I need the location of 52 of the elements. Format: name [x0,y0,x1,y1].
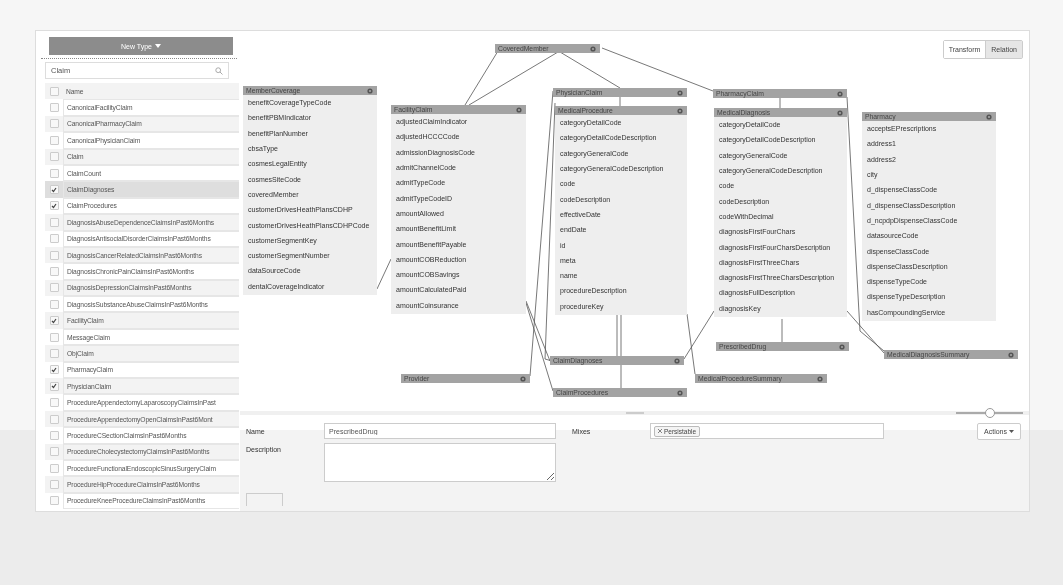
splitter-handle[interactable] [625,412,644,414]
gear-icon[interactable] [677,107,683,114]
checkbox[interactable] [49,201,59,211]
checkbox[interactable] [49,332,59,342]
button[interactable] [246,493,283,506]
checkbox[interactable] [49,267,59,276]
connector-line [616,313,618,357]
checkbox[interactable] [49,119,59,129]
checkbox[interactable] [49,135,59,145]
connector-line [779,97,781,109]
gear-icon[interactable] [1008,351,1014,358]
connector-line [376,258,392,290]
gear-icon[interactable] [516,106,522,113]
checkbox[interactable] [49,398,59,408]
caret-icon [1009,430,1014,433]
checkbox[interactable] [49,152,59,162]
checkbox[interactable] [49,365,59,375]
connector-line [781,318,783,343]
checkbox[interactable] [49,86,59,96]
checkbox[interactable] [49,283,59,293]
checkbox[interactable] [49,381,59,391]
gear-icon[interactable] [677,89,683,96]
checkbox[interactable] [49,447,59,457]
search-icon [215,66,223,75]
checkbox[interactable] [49,348,59,358]
checkbox[interactable] [49,168,59,178]
checkbox[interactable] [49,250,59,260]
checkbox[interactable] [49,217,59,227]
checkbox[interactable] [49,430,59,440]
gear-icon[interactable] [367,87,373,94]
caret-icon [155,44,161,48]
gear-icon[interactable] [986,113,992,120]
checkbox[interactable] [49,185,59,195]
checkbox[interactable] [49,316,59,326]
gear-icon[interactable] [817,375,823,382]
connector-line [619,96,621,107]
remove-icon[interactable] [658,429,662,433]
checkbox[interactable] [49,496,59,506]
checkbox[interactable] [49,463,59,473]
gear-icon[interactable] [837,90,843,97]
gear-icon[interactable] [837,109,843,116]
checkbox[interactable] [49,480,59,490]
checkbox[interactable] [49,414,59,424]
description-field[interactable] [324,443,556,482]
checkbox[interactable] [49,103,59,113]
checkbox[interactable] [49,234,59,244]
gear-icon[interactable] [677,389,683,396]
gear-icon[interactable] [590,45,596,52]
checkbox[interactable] [49,299,59,309]
gear-icon[interactable] [674,357,680,364]
gear-icon[interactable] [520,375,526,382]
gear-icon[interactable] [839,343,845,350]
